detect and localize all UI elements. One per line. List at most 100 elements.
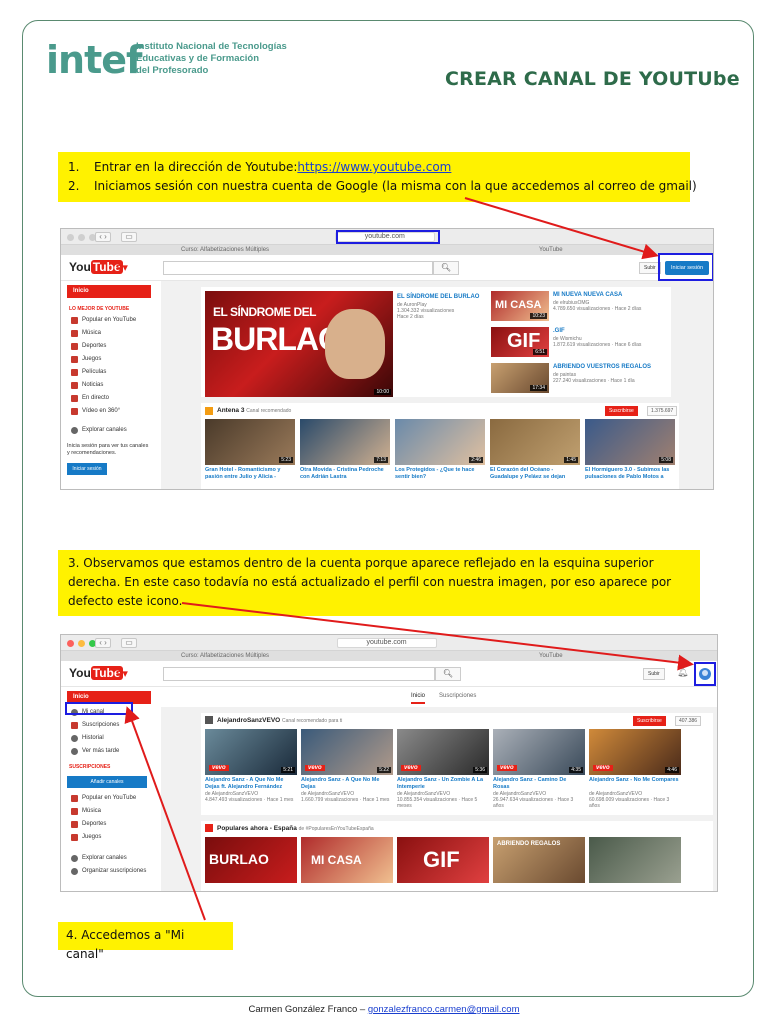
popular-video-thumb[interactable]: BURLAO — [205, 837, 297, 883]
popular-name[interactable]: Populares ahora - España — [217, 825, 297, 832]
sidebar-sub-games[interactable]: Juegos — [61, 831, 157, 844]
subscribe-button[interactable]: Suscribirse — [605, 406, 638, 416]
vevo-video-thumb[interactable]: vevo 5:21 — [205, 729, 297, 775]
sidebar-item-history[interactable]: Historial — [61, 732, 157, 745]
popular-video-thumb[interactable]: MI CASA — [301, 837, 393, 883]
channel-name[interactable]: AlejandroSanzVEVO — [217, 717, 280, 724]
vevo-video-thumb[interactable]: vevo 5:22 — [301, 729, 393, 775]
close-dot[interactable] — [67, 640, 74, 647]
youtube-logo[interactable]: You Tube — [69, 666, 123, 680]
row-video-title[interactable]: Gran Hotel - Romanticismo y pasión entre… — [205, 467, 293, 480]
row-video-thumb[interactable]: 2:46 — [395, 419, 485, 465]
sidebar-item-popular[interactable]: Popular en YouTube — [61, 314, 157, 327]
back-forward-buttons[interactable]: ‹ › — [95, 232, 111, 242]
sidebar-sub-popular[interactable]: Popular en YouTube — [61, 792, 157, 805]
sidebar-item-news[interactable]: Noticias — [61, 379, 157, 392]
row-video-title[interactable]: Otra Movida - Cristina Pedroche con Adri… — [300, 467, 388, 480]
side-video-thumb-3[interactable]: 17:34 — [491, 363, 549, 393]
thumb-text: ABRIENDO REGALOS — [497, 841, 561, 847]
sidebar-item-360[interactable]: Vídeo en 360° — [61, 405, 157, 418]
address-bar[interactable]: youtube.com — [336, 638, 437, 648]
vevo-video-title[interactable]: Alejandro Sanz - No Me Compares — [589, 777, 679, 784]
minimize-dot[interactable] — [78, 640, 85, 647]
channel-name[interactable]: Antena 3 — [217, 407, 244, 414]
sidebar-item-live[interactable]: En directo — [61, 392, 157, 405]
sidebar-item-explore[interactable]: Explorar canales — [61, 424, 157, 437]
side-video-title-3[interactable]: ABRIENDO VUESTROS REGALOS — [553, 364, 651, 371]
tab-subscriptions[interactable]: Suscripciones — [439, 693, 476, 699]
sidebar-sub-sports[interactable]: Deportes — [61, 818, 157, 831]
row-video-thumb[interactable]: 7:13 — [300, 419, 390, 465]
search-input[interactable] — [163, 667, 435, 681]
close-dot[interactable] — [67, 234, 74, 241]
sidebar-label: Juegos — [82, 356, 102, 362]
search-input[interactable] — [163, 261, 433, 275]
vevo-badge: vevo — [305, 765, 325, 771]
menu-icon[interactable]: ≡▾ — [116, 261, 128, 274]
logo-you: You — [69, 260, 91, 274]
sidebar-item-home[interactable]: Inicio — [67, 285, 151, 298]
popular-video-thumb[interactable]: ABRIENDO REGALOS — [493, 837, 585, 883]
vevo-video-title[interactable]: Alejandro Sanz - A Que No Me Dejas ft. A… — [205, 777, 295, 790]
minimize-dot[interactable] — [78, 234, 85, 241]
sidebar-item-subscriptions[interactable]: Suscripciones — [61, 719, 157, 732]
sidebar-label: Popular en YouTube — [82, 795, 137, 801]
sidebar-item-games[interactable]: Juegos — [61, 353, 157, 366]
tab-youtube[interactable]: YouTube — [539, 651, 563, 661]
featured-title[interactable]: EL SÍNDROME DEL BURLAO — [397, 294, 487, 301]
popular-icon — [205, 824, 213, 832]
sidebar-signin-button[interactable]: Iniciar sesión — [67, 463, 107, 475]
sidebar-item-manage-subs[interactable]: Organizar suscripciones — [61, 865, 157, 878]
sidebar-item-sports[interactable]: Deportes — [61, 340, 157, 353]
search-icon[interactable]: 🔍︎ — [435, 667, 461, 681]
sidebar-item-movies[interactable]: Películas — [61, 366, 157, 379]
row-video-thumb[interactable]: 5:23 — [205, 419, 295, 465]
footer-email-link[interactable]: gonzalezfranco.carmen@gmail.com — [368, 1004, 520, 1015]
step-2-text: Iniciamos sesión con nuestra cuenta de G… — [94, 179, 697, 193]
side-video-thumb-1[interactable]: MI CASA 10:23 — [491, 291, 549, 321]
vevo-video-thumb[interactable]: vevo 5:36 — [397, 729, 489, 775]
side-video-title-1[interactable]: MI NUEVA NUEVA CASA — [553, 292, 622, 299]
youtube-link[interactable]: https://www.youtube.com — [297, 158, 451, 177]
row-video-title[interactable]: Los Protegidos - ¿Que te hace sentir bie… — [395, 467, 483, 480]
duration: 4:46 — [665, 767, 679, 773]
vevo-video-meta: 4.847.493 visualizaciones · Hace 1 mes — [205, 797, 294, 803]
sidebar-sub-music[interactable]: Música — [61, 805, 157, 818]
featured-thumbnail[interactable]: EL SÍNDROME DEL BURLAO 10:00 — [205, 291, 393, 397]
sidebar-label: Historial — [82, 735, 104, 741]
sidebar-item-watch-later[interactable]: Ver más tarde — [61, 745, 157, 758]
upload-button[interactable]: Subir — [643, 668, 665, 680]
duration: 10:23 — [530, 313, 547, 319]
row-video-thumb[interactable]: 1:45 — [490, 419, 580, 465]
sidebar-toggle-icon[interactable]: ▭ — [121, 232, 137, 242]
search-icon[interactable]: 🔍︎ — [433, 261, 459, 275]
side-video-thumb-2[interactable]: GIF 6:51 — [491, 327, 549, 357]
vevo-video-thumb[interactable]: vevo 4:35 — [493, 729, 585, 775]
tab-home[interactable]: Inicio — [411, 693, 426, 704]
menu-icon[interactable]: ≡▾ — [116, 667, 128, 680]
vevo-video-title[interactable]: Alejandro Sanz - Camino De Rosas — [493, 777, 583, 790]
subscribe-button[interactable]: Suscribirse — [633, 716, 666, 726]
sidebar-toggle-icon[interactable]: ▭ — [121, 638, 137, 648]
vevo-video-title[interactable]: Alejandro Sanz - Un Zombie A La Intemper… — [397, 777, 487, 790]
sidebar-item-music[interactable]: Música — [61, 327, 157, 340]
tab-youtube[interactable]: YouTube — [539, 245, 563, 255]
back-forward-buttons[interactable]: ‹ › — [95, 638, 111, 648]
side-video-title-2[interactable]: .GIF — [553, 328, 565, 335]
tab-course[interactable]: Curso: Alfabetizaciones Múltiples — [181, 651, 269, 661]
add-channels-button[interactable]: Añadir canales — [67, 776, 147, 788]
sidebar-item-explore[interactable]: Explorar canales — [61, 852, 157, 865]
tab-course[interactable]: Curso: Alfabetizaciones Múltiples — [181, 245, 269, 255]
row-video-title[interactable]: El Corazón del Océano - Guadalupe y Pelá… — [490, 467, 578, 480]
vevo-video-title[interactable]: Alejandro Sanz - A Que No Me Dejas — [301, 777, 391, 790]
row-video-thumb[interactable]: 5:08 — [585, 419, 675, 465]
browser-titlebar: ‹ › ▭ youtube.com — [61, 635, 717, 651]
vevo-video-thumb[interactable]: vevo 4:46 — [589, 729, 681, 775]
tab-subscriptions-label: Suscripciones — [439, 693, 477, 699]
popular-video-thumb[interactable] — [589, 837, 681, 883]
notifications-bell-icon[interactable]: 🔔︎ — [677, 667, 688, 678]
row-video-title[interactable]: El Hormiguero 3.0 - Subimos las pulsacio… — [585, 467, 673, 480]
sidebar-label: Música — [82, 808, 102, 814]
youtube-logo[interactable]: You Tube — [69, 260, 123, 274]
popular-video-thumb[interactable]: GIF — [397, 837, 489, 883]
